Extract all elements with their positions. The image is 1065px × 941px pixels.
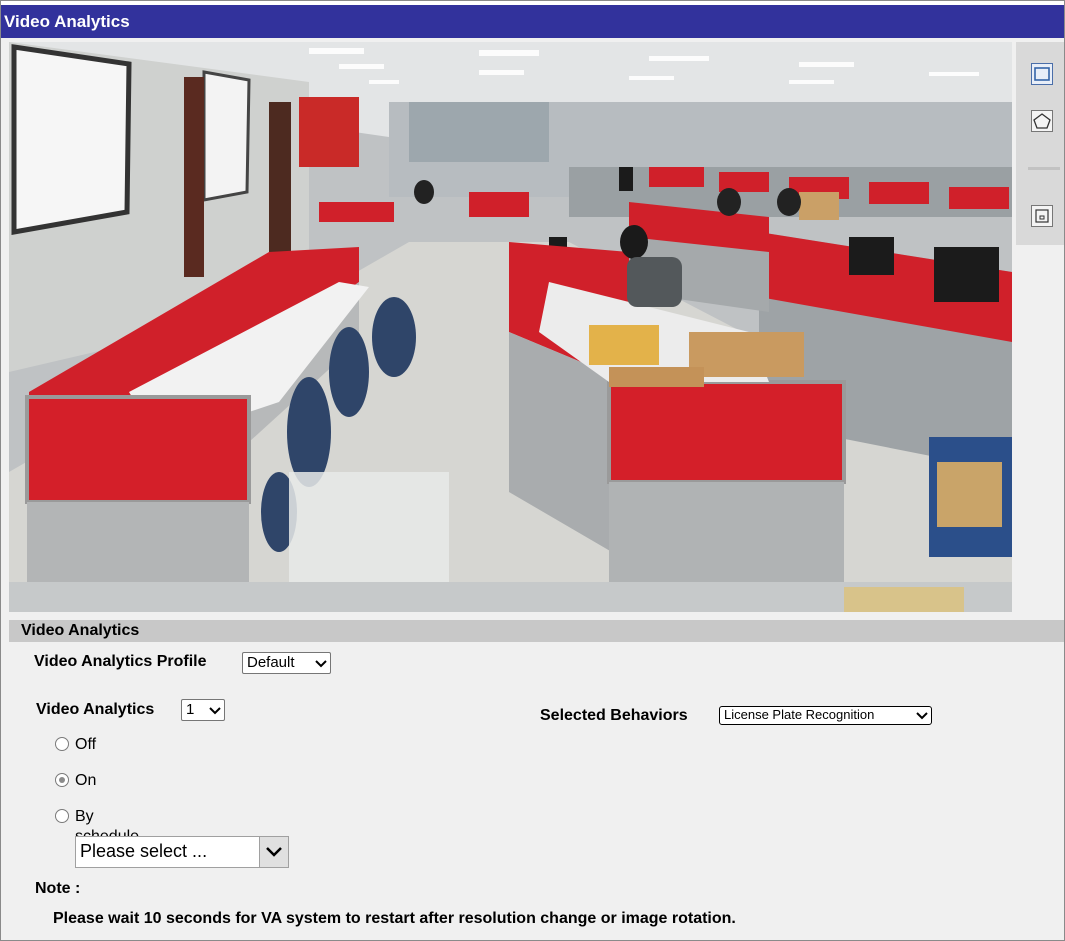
polygon-tool-icon	[1033, 113, 1051, 129]
radio-on-label: On	[75, 772, 97, 789]
behaviors-select-value: License Plate Recognition	[724, 707, 875, 722]
va-number-select[interactable]: 1	[181, 699, 225, 721]
video-analytics-label: Video Analytics	[36, 701, 155, 718]
polygon-tool-button[interactable]	[1031, 110, 1053, 132]
schedule-select[interactable]: Please select ...	[75, 836, 289, 868]
schedule-select-value: Please select ...	[80, 841, 208, 861]
profile-select[interactable]: Default	[242, 652, 331, 674]
radio-on-circle[interactable]	[55, 773, 69, 787]
office-camera-image	[9, 42, 1012, 612]
section-header: Video Analytics	[9, 620, 1064, 642]
window-title: Video Analytics	[1, 1, 1064, 38]
rectangle-tool-button[interactable]	[1031, 63, 1053, 85]
toolbar-divider	[1028, 167, 1060, 170]
va-number-value: 1	[186, 701, 195, 718]
camera-live-view[interactable]	[9, 42, 1012, 612]
chevron-down-icon	[315, 660, 327, 668]
profile-label: Video Analytics Profile	[34, 653, 207, 670]
radio-off-label: Off	[75, 736, 97, 753]
rectangle-tool-icon	[1034, 67, 1050, 81]
radio-schedule-circle[interactable]	[55, 809, 69, 823]
profile-select-value: Default	[247, 654, 295, 671]
clear-region-icon	[1035, 209, 1049, 223]
note-text: Please wait 10 seconds for VA system to …	[53, 910, 736, 927]
chevron-down-icon	[916, 712, 928, 720]
radio-off-circle[interactable]	[55, 737, 69, 751]
behaviors-label: Selected Behaviors	[540, 707, 688, 724]
window-frame: Video Analytics Video Analytics Video An…	[0, 0, 1065, 941]
clear-region-button[interactable]	[1031, 205, 1053, 227]
schedule-dropdown-button[interactable]	[259, 837, 288, 867]
note-title: Note :	[35, 880, 81, 897]
chevron-down-icon	[209, 707, 221, 715]
chevron-down-icon	[266, 847, 282, 857]
drawing-toolbar	[1016, 42, 1064, 245]
behaviors-select[interactable]: License Plate Recognition	[719, 706, 932, 725]
